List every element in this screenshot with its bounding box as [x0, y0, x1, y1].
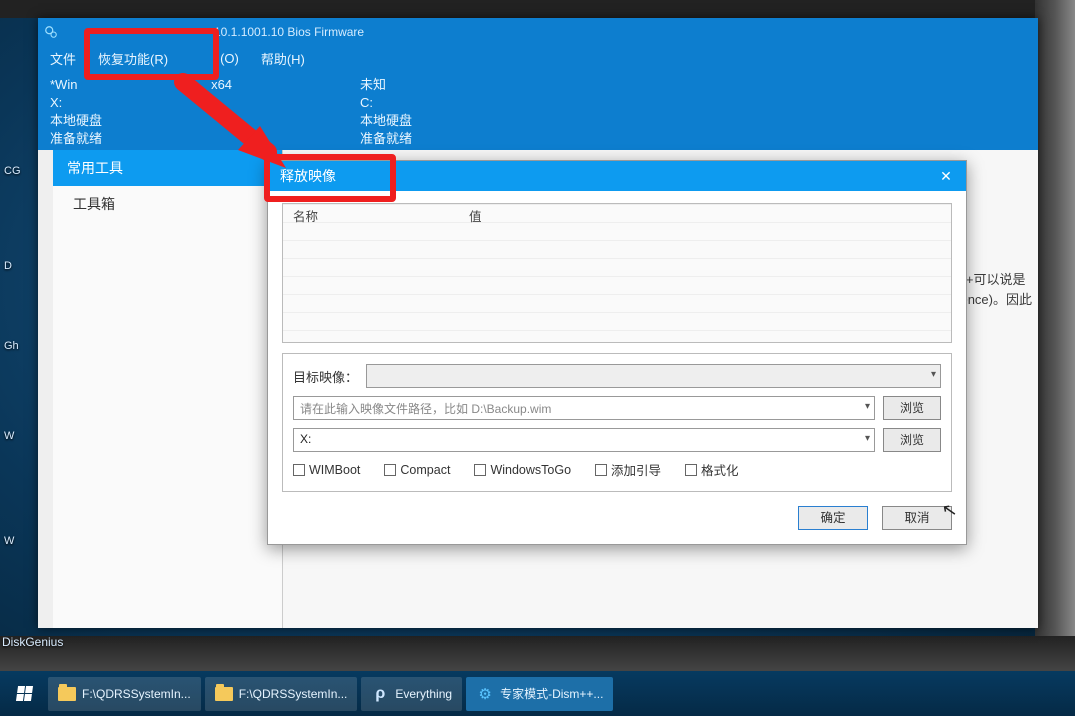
search-icon: ρ [371, 685, 389, 703]
drive-c[interactable]: 未知 C: 本地硬盘 准备就绪 [348, 70, 658, 150]
release-image-dialog: 释放映像 ✕ 名称 值 目标映像： ▾ 请在此输入映像文件路径，比如 D:\Ba… [267, 160, 967, 545]
chevron-down-icon: ▾ [931, 369, 936, 380]
column-name: 名称 [283, 206, 463, 225]
image-info-table[interactable]: 名称 值 [282, 203, 952, 343]
target-image-label: 目标映像： [293, 367, 358, 386]
folder-icon [58, 685, 76, 703]
browse-drive-button[interactable]: 浏览 [883, 428, 941, 452]
sidebar: 常用工具 工具箱 [53, 150, 283, 628]
ok-button[interactable]: 确定 [798, 506, 868, 530]
chevron-down-icon: ▾ [865, 433, 870, 444]
menu-options[interactable]: (O) [220, 51, 239, 66]
desktop-label: CG [4, 165, 21, 177]
target-form: 目标映像： ▾ 请在此输入映像文件路径，比如 D:\Backup.wim ▾ 浏… [282, 353, 952, 492]
desktop-label-diskgenius: DiskGenius [2, 635, 63, 649]
taskbar-item-explorer-1[interactable]: F:\QDRSSystemIn... [48, 677, 201, 711]
drive-x[interactable]: *Win x64 X: 本地硬盘 准备就绪 [38, 70, 348, 150]
target-image-combo[interactable]: ▾ [366, 364, 941, 388]
titlebar-text: 10.1.1001.10 Bios Firmware [214, 25, 364, 39]
checkbox-compact[interactable]: Compact [384, 463, 450, 477]
desktop-label: W [4, 535, 14, 547]
menu-recover[interactable]: 恢复功能(R) [98, 49, 168, 68]
column-value: 值 [463, 206, 951, 225]
image-path-input[interactable]: 请在此输入映像文件路径，比如 D:\Backup.wim ▾ [293, 396, 875, 420]
checkbox-format[interactable]: 格式化 [685, 460, 739, 479]
checkbox-windowstogo[interactable]: WindowsToGo [474, 463, 571, 477]
checkbox-addboot[interactable]: 添加引导 [595, 460, 661, 479]
titlebar[interactable]: 10.1.1001.10 Bios Firmware [38, 18, 1038, 46]
browse-path-button[interactable]: 浏览 [883, 396, 941, 420]
gear-icon: ⚙ [476, 685, 494, 703]
dialog-title-text: 释放映像 [280, 166, 336, 186]
desktop-label: W [4, 430, 14, 442]
menu-help[interactable]: 帮助(H) [261, 49, 305, 68]
desktop-label: Gh [4, 340, 19, 352]
start-button[interactable] [4, 677, 44, 711]
taskbar-item-everything[interactable]: ρ Everything [361, 677, 462, 711]
windows-logo-icon [15, 686, 32, 701]
taskbar-item-dism[interactable]: ⚙ 专家模式-Dism++... [466, 677, 613, 711]
sidebar-item-toolbox[interactable]: 工具箱 [53, 186, 282, 222]
desktop-label: D [4, 260, 12, 272]
drive-selection-row: *Win x64 X: 本地硬盘 准备就绪 未知 C: 本地硬盘 准备就绪 [38, 70, 1038, 150]
folder-icon [215, 685, 233, 703]
menubar: 文件 恢复功能(R) (O) 帮助(H) [38, 46, 1038, 70]
taskbar: F:\QDRSSystemIn... F:\QDRSSystemIn... ρ … [0, 671, 1075, 716]
menu-file[interactable]: 文件 [50, 49, 76, 68]
app-icon [44, 25, 58, 39]
checkbox-wimboot[interactable]: WIMBoot [293, 463, 360, 477]
taskbar-item-explorer-2[interactable]: F:\QDRSSystemIn... [205, 677, 358, 711]
dialog-titlebar[interactable]: 释放映像 ✕ [268, 161, 966, 191]
close-icon[interactable]: ✕ [926, 161, 966, 191]
target-drive-input[interactable]: X: ▾ [293, 428, 875, 452]
chevron-down-icon: ▾ [865, 401, 870, 412]
sidebar-item-common-tools[interactable]: 常用工具 [53, 150, 282, 186]
